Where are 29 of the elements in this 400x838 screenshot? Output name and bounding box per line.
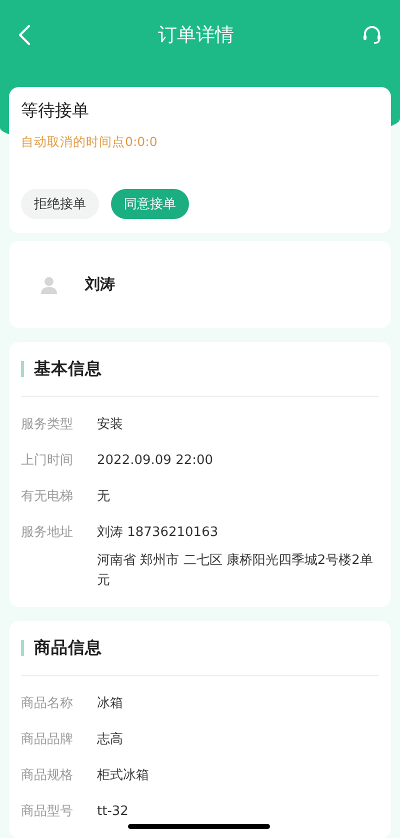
page-title: 订单详情 — [158, 22, 234, 48]
avatar-icon — [39, 274, 59, 295]
field-value: 安装 — [97, 416, 123, 434]
cancel-time-notice: 自动取消的时间点0:0:0 — [21, 134, 158, 152]
field-value: 无 — [97, 488, 110, 506]
field-label: 有无电梯 — [21, 488, 74, 506]
reject-button[interactable]: 拒绝接单 — [21, 189, 99, 220]
headset-icon[interactable] — [361, 24, 383, 46]
section-title: 商品信息 — [34, 637, 102, 659]
field-value: 志高 — [97, 731, 123, 749]
customer-name: 刘涛 — [85, 275, 115, 294]
field-value: 2022.09.09 22:00 — [97, 452, 214, 470]
field-label: 商品规格 — [21, 767, 74, 785]
field-value: 刘涛 18736210163 — [97, 524, 220, 542]
field-value: 河南省 郑州市 二七区 康桥阳光四季城2号楼2单元 — [97, 552, 374, 590]
back-icon[interactable] — [17, 24, 31, 46]
field-value: 柜式冰箱 — [97, 767, 149, 785]
field-label: 商品型号 — [21, 803, 74, 821]
field-label: 服务类型 — [21, 416, 74, 434]
field-value: 冰箱 — [97, 695, 123, 713]
field-label: 上门时间 — [21, 452, 74, 470]
field-value: tt-32 — [97, 803, 128, 821]
field-label: 商品品牌 — [21, 731, 74, 749]
accent-bar — [21, 361, 24, 377]
status-title: 等待接单 — [21, 100, 90, 122]
accent-bar — [21, 640, 24, 656]
field-label: 商品名称 — [21, 695, 74, 713]
section-title: 基本信息 — [34, 358, 102, 380]
field-label: 服务地址 — [21, 524, 74, 542]
